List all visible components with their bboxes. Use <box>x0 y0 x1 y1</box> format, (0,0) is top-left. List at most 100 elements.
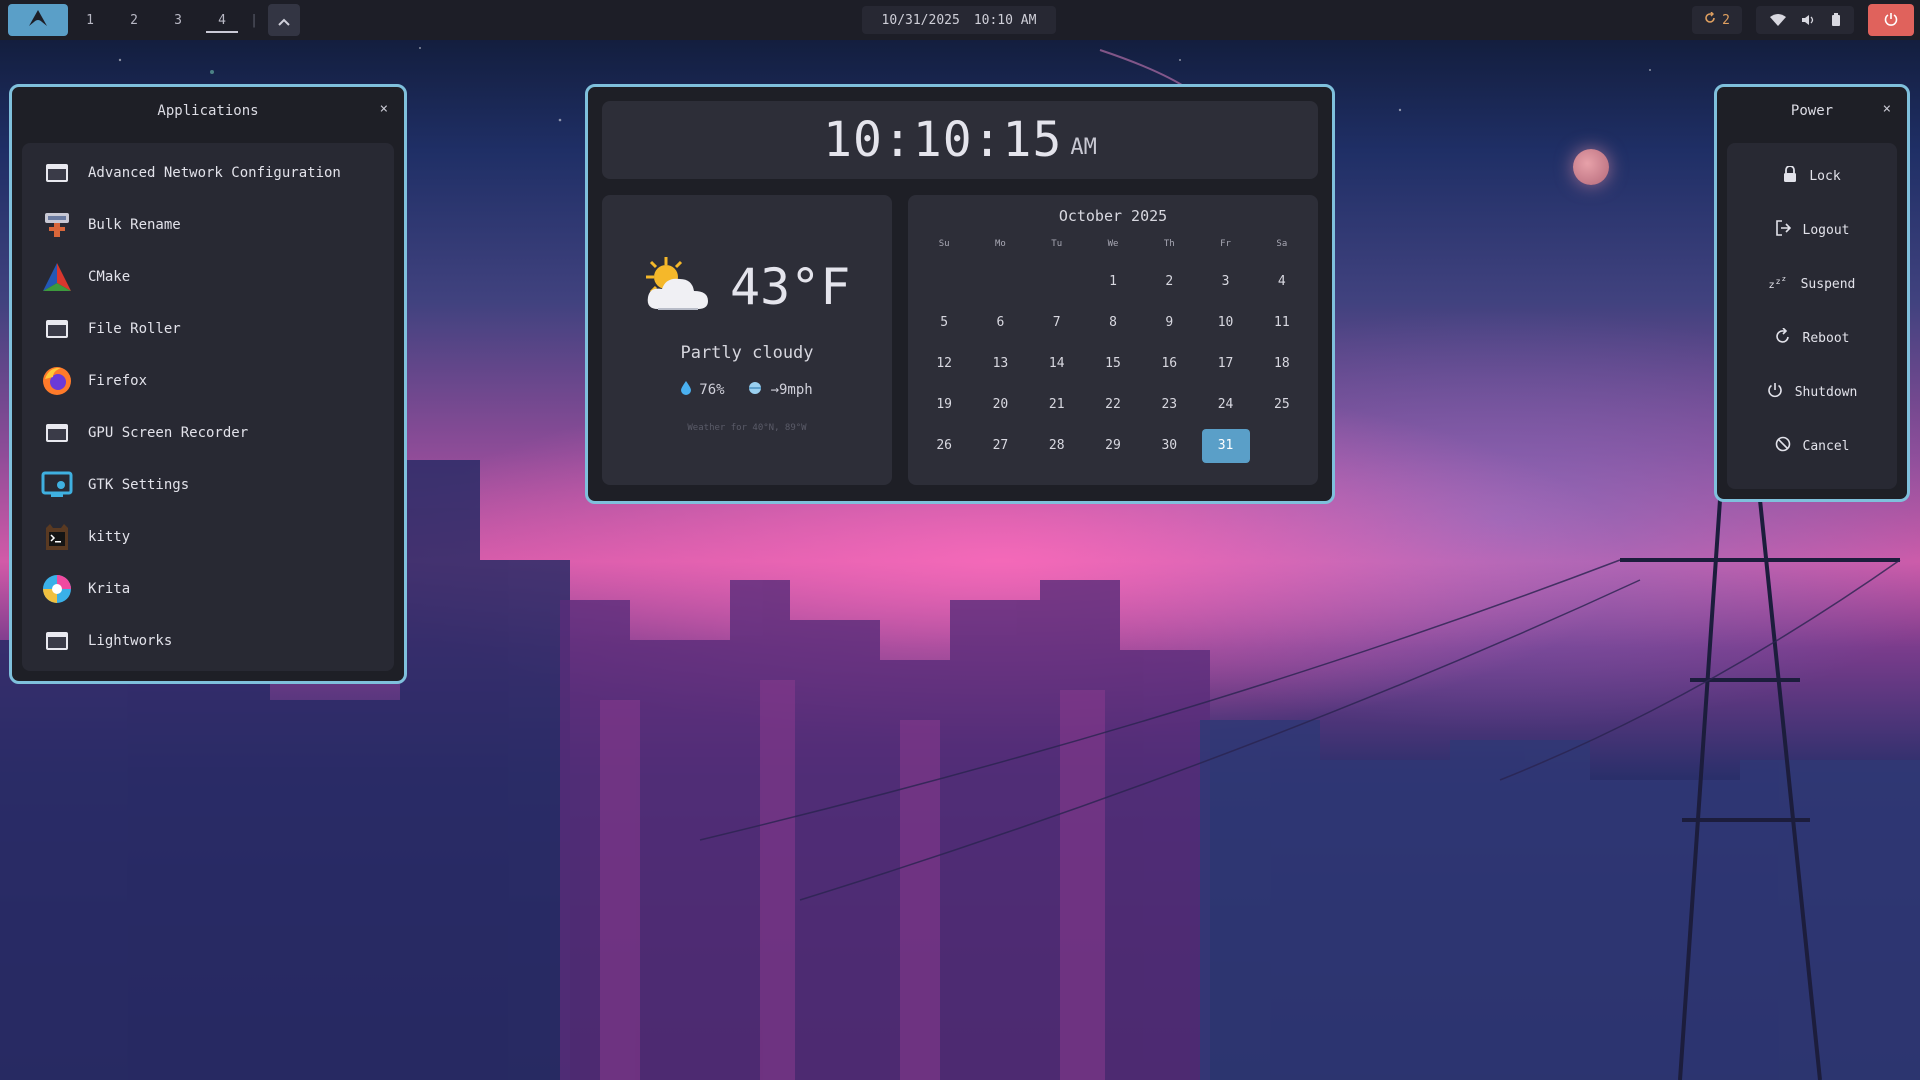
calendar-day[interactable]: 27 <box>972 425 1028 466</box>
calendar-day[interactable]: 20 <box>972 384 1028 425</box>
power-menu-button[interactable] <box>1868 4 1914 36</box>
window-icon <box>40 416 74 450</box>
calendar-day-number: 7 <box>1052 315 1061 330</box>
window-icon <box>40 624 74 658</box>
calendar-day-number: 21 <box>1048 397 1065 412</box>
app-item-gtk-settings[interactable]: GTK Settings <box>22 459 394 511</box>
app-item-lightworks[interactable]: Lightworks <box>22 615 394 667</box>
power-panel: Power × Lock Logout zzz Suspend Reboot S… <box>1714 84 1910 502</box>
krita-icon <box>40 572 74 606</box>
app-item-cmake[interactable]: CMake <box>22 251 394 303</box>
weather-humidity: 76% <box>699 382 725 398</box>
calendar-day[interactable]: 26 <box>916 425 972 466</box>
volume-icon[interactable] <box>1802 11 1816 30</box>
app-item-krita[interactable]: Krita <box>22 563 394 615</box>
top-bar: 1 2 3 4 | 10/31/2025 10:10 AM 2 <box>0 0 1920 40</box>
close-applications-button[interactable]: × <box>380 101 388 117</box>
calendar-day-number <box>976 265 1024 299</box>
calendar-day[interactable]: 7 <box>1029 302 1085 343</box>
calendar-day[interactable]: 9 <box>1141 302 1197 343</box>
app-label: CMake <box>88 269 131 285</box>
calendar-weekday: We <box>1107 239 1119 249</box>
calendar-day[interactable]: 16 <box>1141 343 1197 384</box>
calendar-day[interactable]: 14 <box>1029 343 1085 384</box>
cancel-icon <box>1775 436 1791 456</box>
datetime-button[interactable]: 10/31/2025 10:10 AM <box>862 6 1056 34</box>
calendar-day[interactable]: 2 <box>1141 261 1197 302</box>
calendar-day[interactable]: 19 <box>916 384 972 425</box>
wifi-icon[interactable] <box>1770 11 1786 30</box>
app-item-firefox[interactable]: Firefox <box>22 355 394 407</box>
calendar-day[interactable]: 22 <box>1085 384 1141 425</box>
calendar-day[interactable]: 18 <box>1254 343 1310 384</box>
calendar-day[interactable]: 11 <box>1254 302 1310 343</box>
calendar-day[interactable]: 23 <box>1141 384 1197 425</box>
wind-icon <box>747 381 763 399</box>
calendar: October 2025 Su Mo Tu We Th Fr Sa 1 2 3 4 5 6 7 8 9 10 1… <box>908 195 1318 485</box>
calendar-day[interactable]: 15 <box>1085 343 1141 384</box>
calendar-day-number: 5 <box>940 315 949 330</box>
calendar-day-number: 1 <box>1109 274 1117 289</box>
app-item-file-roller[interactable]: File Roller <box>22 303 394 355</box>
shutdown-button[interactable]: Shutdown <box>1727 365 1897 419</box>
datetime-panel: 10:10:15 AM 43°F Partly cloudy 76% →9mph… <box>585 84 1335 504</box>
workspace-separator: | <box>250 12 258 28</box>
calendar-day[interactable]: 30 <box>1141 425 1197 466</box>
updates-button[interactable]: 2 <box>1692 6 1742 34</box>
logout-button[interactable]: Logout <box>1727 203 1897 257</box>
cmake-icon <box>40 260 74 294</box>
calendar-empty-cell <box>972 261 1028 302</box>
calendar-day[interactable]: 25 <box>1254 384 1310 425</box>
calendar-day[interactable]: 17 <box>1197 343 1253 384</box>
calendar-day-number: 28 <box>1048 438 1065 453</box>
reboot-button[interactable]: Reboot <box>1727 311 1897 365</box>
app-label: Firefox <box>88 373 148 389</box>
calendar-day-number: 25 <box>1274 397 1290 412</box>
app-label: GPU Screen Recorder <box>88 425 249 441</box>
calendar-day[interactable]: 10 <box>1197 302 1253 343</box>
suspend-label: Suspend <box>1800 276 1856 292</box>
calendar-day-today[interactable]: 31 <box>1197 425 1253 466</box>
calendar-month-title: October 2025 <box>1058 207 1168 225</box>
calendar-day[interactable]: 8 <box>1085 302 1141 343</box>
app-item-bulk-rename[interactable]: Bulk Rename <box>22 199 394 251</box>
workspace-3[interactable]: 3 <box>156 4 200 36</box>
calendar-day[interactable]: 29 <box>1085 425 1141 466</box>
calendar-days: 1 2 3 4 5 6 7 8 9 10 11 12 13 14 15 16 17 18 19 20 21 22 23 24 2… <box>916 261 1310 466</box>
calendar-day-number: 11 <box>1274 315 1290 330</box>
app-item-gpu-screen-recorder[interactable]: GPU Screen Recorder <box>22 407 394 459</box>
calendar-day[interactable]: 13 <box>972 343 1028 384</box>
battery-icon[interactable] <box>1832 11 1840 30</box>
arch-logo-icon <box>29 10 47 30</box>
calendar-empty-cell <box>1254 425 1310 466</box>
suspend-button[interactable]: zzz Suspend <box>1727 257 1897 311</box>
calendar-day[interactable]: 21 <box>1029 384 1085 425</box>
calendar-day[interactable]: 3 <box>1197 261 1253 302</box>
workspace-1[interactable]: 1 <box>68 4 112 36</box>
weather-wind: →9mph <box>770 382 813 398</box>
window-icon <box>40 156 74 190</box>
calendar-day[interactable]: 6 <box>972 302 1028 343</box>
close-power-button[interactable]: × <box>1883 101 1891 117</box>
workspace-4[interactable]: 4 <box>200 4 244 36</box>
calendar-day[interactable]: 24 <box>1197 384 1253 425</box>
calendar-day-number: 23 <box>1161 397 1178 412</box>
workspace-2[interactable]: 2 <box>112 4 156 36</box>
lock-button[interactable]: Lock <box>1727 149 1897 203</box>
weather-condition: Partly cloudy <box>680 343 814 363</box>
cancel-button[interactable]: Cancel <box>1727 419 1897 473</box>
app-item-advanced-network-configuration[interactable]: Advanced Network Configuration <box>22 147 394 199</box>
svg-text:z: z <box>1769 280 1774 289</box>
calendar-day[interactable]: 4 <box>1254 261 1310 302</box>
calendar-day[interactable]: 12 <box>916 343 972 384</box>
update-icon <box>1704 11 1716 28</box>
calendar-day[interactable]: 5 <box>916 302 972 343</box>
app-item-kitty[interactable]: kitty <box>22 511 394 563</box>
droplet-icon <box>681 381 692 399</box>
launcher-button[interactable] <box>8 4 68 36</box>
calendar-day[interactable]: 1 <box>1085 261 1141 302</box>
calendar-day[interactable]: 28 <box>1029 425 1085 466</box>
application-list: Advanced Network Configuration Bulk Rena… <box>22 143 394 671</box>
calendar-weekday: Tu <box>1051 239 1063 249</box>
tray-toggle-button[interactable] <box>268 4 300 36</box>
